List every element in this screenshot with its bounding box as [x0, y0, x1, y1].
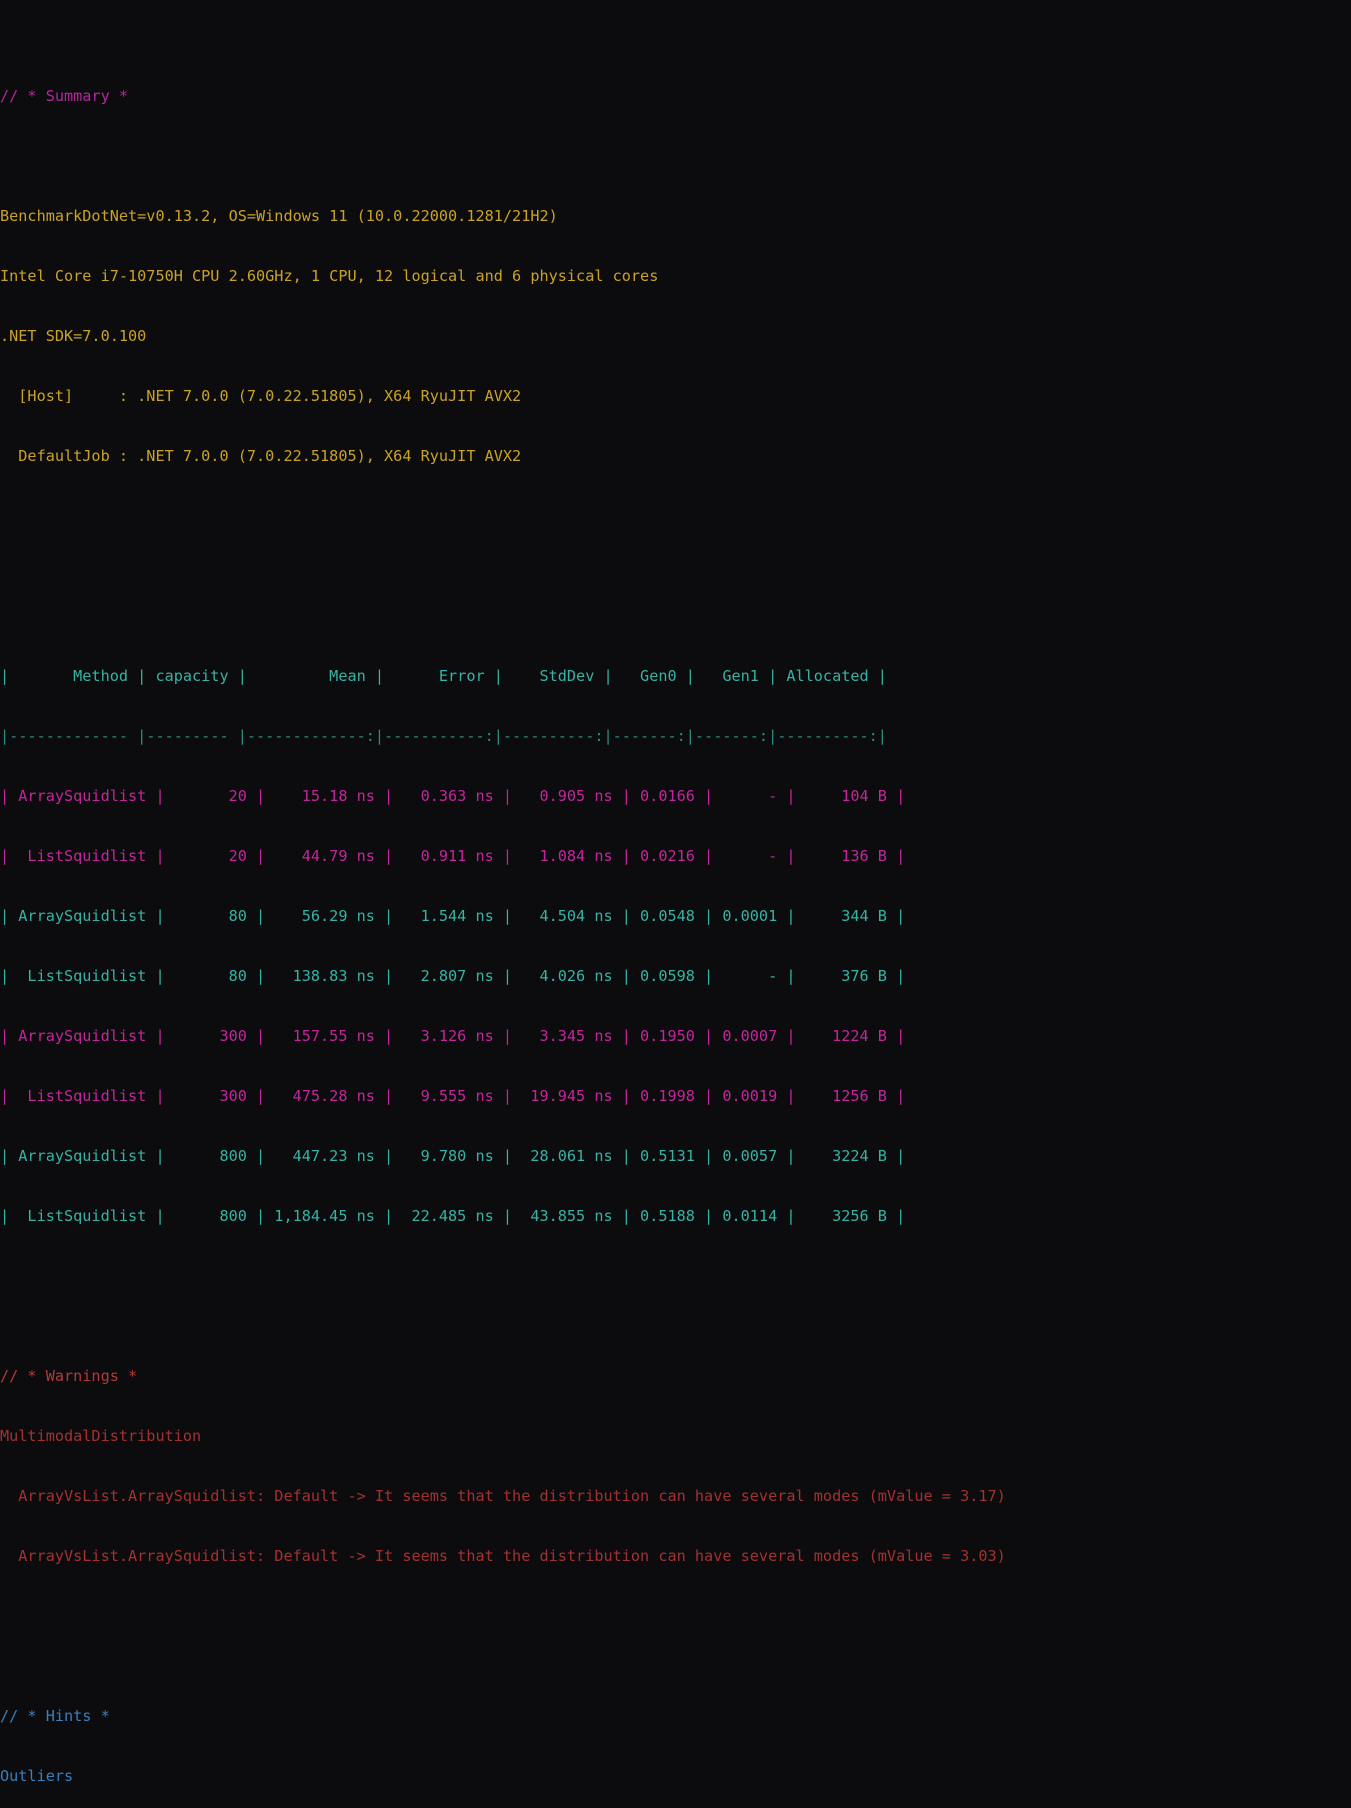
env-line-defaultjob: DefaultJob : .NET 7.0.0 (7.0.22.51805), …	[0, 447, 522, 465]
table-row: | ArraySquidlist | 20 | 15.18 ns | 0.363…	[0, 787, 906, 805]
env-line-sdk: .NET SDK=7.0.100	[0, 327, 147, 345]
summary-heading: // * Summary *	[0, 87, 129, 105]
env-line-host: [Host] : .NET 7.0.0 (7.0.22.51805), X64 …	[0, 387, 522, 405]
table-header-row: | Method | capacity | Mean | Error | Std…	[0, 667, 887, 685]
table-row: | ListSquidlist | 300 | 475.28 ns | 9.55…	[0, 1087, 906, 1105]
benchmark-console-output: // * Summary * BenchmarkDotNet=v0.13.2, …	[0, 0, 1351, 1808]
table-row: | ListSquidlist | 20 | 44.79 ns | 0.911 …	[0, 847, 906, 865]
warnings-subheading: MultimodalDistribution	[0, 1427, 202, 1445]
hints-heading: // * Hints *	[0, 1707, 110, 1725]
table-row: | ArraySquidlist | 800 | 447.23 ns | 9.7…	[0, 1147, 906, 1165]
hints-subheading: Outliers	[0, 1767, 74, 1785]
warnings-heading: // * Warnings *	[0, 1367, 138, 1385]
warning-item: ArrayVsList.ArraySquidlist: Default -> I…	[0, 1487, 1006, 1505]
warning-item: ArrayVsList.ArraySquidlist: Default -> I…	[0, 1547, 1006, 1565]
table-row: | ArraySquidlist | 300 | 157.55 ns | 3.1…	[0, 1027, 906, 1045]
env-line-benchmarkdotnet: BenchmarkDotNet=v0.13.2, OS=Windows 11 (…	[0, 207, 558, 225]
table-row: | ArraySquidlist | 80 | 56.29 ns | 1.544…	[0, 907, 906, 925]
table-row: | ListSquidlist | 800 | 1,184.45 ns | 22…	[0, 1207, 906, 1225]
table-row: | ListSquidlist | 80 | 138.83 ns | 2.807…	[0, 967, 906, 985]
table-separator-row: |------------- |--------- |-------------…	[0, 727, 887, 745]
env-line-cpu: Intel Core i7-10750H CPU 2.60GHz, 1 CPU,…	[0, 267, 659, 285]
